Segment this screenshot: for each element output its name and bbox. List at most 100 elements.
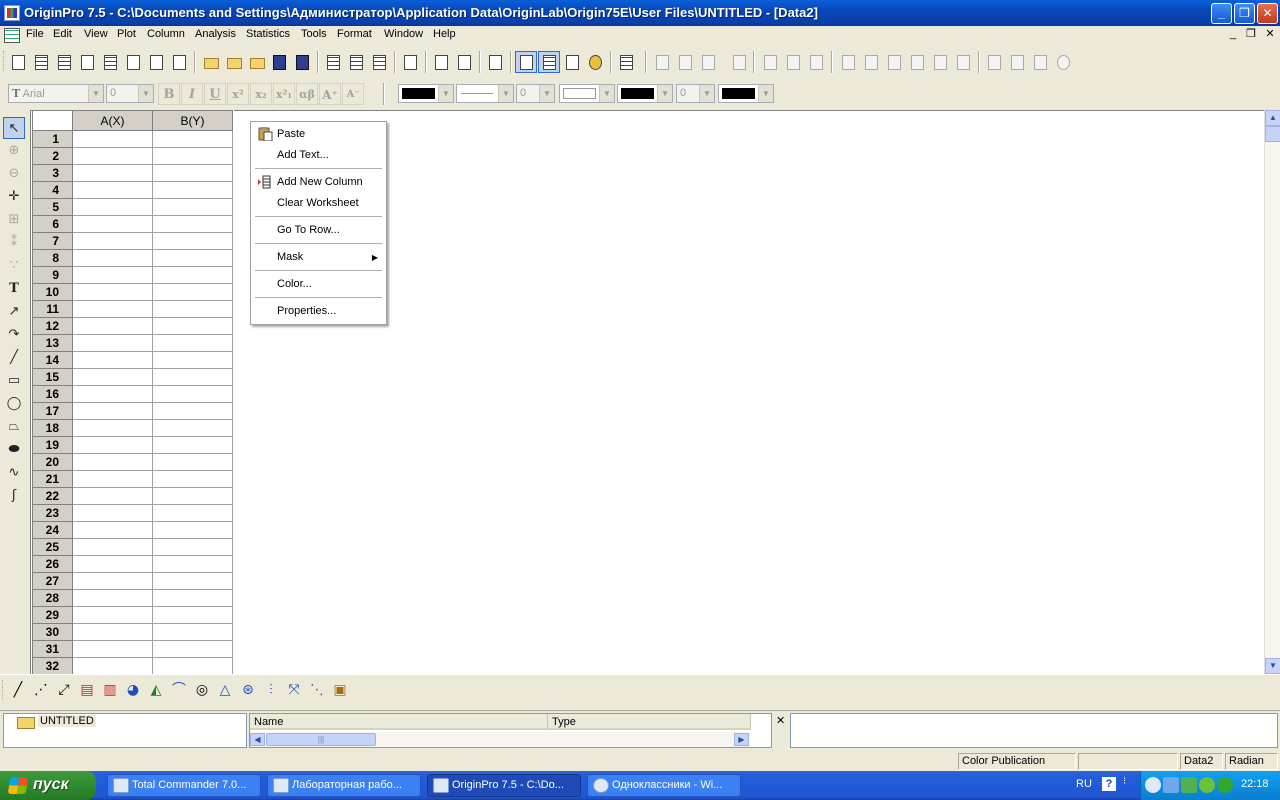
toolbar-grip[interactable]: [3, 51, 6, 71]
increase-font-button[interactable]: A⁺: [319, 83, 341, 105]
font-size-combo[interactable]: 0 ▼: [106, 84, 154, 103]
column-header-b[interactable]: B(Y): [153, 110, 233, 131]
origin-app-icon[interactable]: [4, 5, 20, 21]
row-header[interactable]: 22: [32, 488, 73, 505]
circle-tool-icon[interactable]: ◯: [3, 393, 25, 415]
chevron-down-icon[interactable]: ▼: [657, 85, 672, 102]
menu-item-mask[interactable]: Mask ▶: [253, 247, 384, 268]
cell-column-a[interactable]: [73, 318, 153, 335]
chevron-down-icon[interactable]: ▼: [539, 85, 554, 102]
row-header[interactable]: 10: [32, 284, 73, 301]
freehand-tool-icon[interactable]: ʃ: [3, 485, 25, 507]
line-plot-icon[interactable]: ╱: [7, 679, 29, 701]
row-header[interactable]: 8: [32, 250, 73, 267]
list-horizontal-scrollbar[interactable]: ◀ ||| ▶: [250, 732, 750, 747]
cell-column-a[interactable]: [73, 420, 153, 437]
row-header[interactable]: 24: [32, 522, 73, 539]
line-symbol-plot-icon[interactable]: ⤢: [53, 679, 75, 701]
underline-button[interactable]: U: [204, 83, 226, 105]
cell-column-a[interactable]: [73, 216, 153, 233]
list-header-name[interactable]: Name: [250, 714, 548, 730]
column-plot-icon[interactable]: ▥: [99, 679, 121, 701]
new-notes-icon[interactable]: [168, 51, 190, 73]
mdi-minimize-button[interactable]: _: [1225, 28, 1241, 42]
explorer-right-pane[interactable]: [790, 713, 1278, 748]
column-header-a[interactable]: A(X): [73, 110, 153, 131]
help-icon[interactable]: ?: [1102, 777, 1116, 791]
cell-column-b[interactable]: [153, 301, 233, 318]
cell-column-a[interactable]: [73, 148, 153, 165]
taskbar-total-commander[interactable]: Total Commander 7.0...: [107, 774, 261, 797]
cell-column-b[interactable]: [153, 267, 233, 284]
area-plot-icon[interactable]: ◭: [145, 679, 167, 701]
cell-column-b[interactable]: [153, 352, 233, 369]
cell-column-a[interactable]: [73, 335, 153, 352]
region-tool-icon[interactable]: ⬬: [3, 439, 25, 461]
cell-column-a[interactable]: [73, 386, 153, 403]
menu-help[interactable]: Help: [429, 28, 460, 43]
close-button[interactable]: ✕: [1257, 3, 1278, 24]
row-header[interactable]: 32: [32, 658, 73, 674]
cell-column-b[interactable]: [153, 131, 233, 148]
network-icon[interactable]: [1163, 777, 1179, 793]
cell-column-a[interactable]: [73, 488, 153, 505]
cell-column-b[interactable]: [153, 233, 233, 250]
cell-column-a[interactable]: [73, 556, 153, 573]
polygon-tool-icon[interactable]: ⏢: [3, 416, 25, 438]
row-header[interactable]: 15: [32, 369, 73, 386]
chevron-down-icon[interactable]: ▼: [438, 85, 453, 102]
workspace-vertical-scrollbar[interactable]: ▲ ▼: [1264, 110, 1280, 675]
cell-column-b[interactable]: [153, 403, 233, 420]
row-header[interactable]: 1: [32, 131, 73, 148]
cell-column-b[interactable]: [153, 199, 233, 216]
cell-column-a[interactable]: [73, 301, 153, 318]
cell-column-b[interactable]: [153, 148, 233, 165]
menu-item-paste[interactable]: Paste: [253, 124, 384, 145]
open-icon[interactable]: [199, 51, 221, 73]
row-header[interactable]: 25: [32, 539, 73, 556]
worksheet-data2[interactable]: A(X) B(Y) 1 2 3 4 5 6 7 8 9 10 11 12 13 14 15 16 17 18 19 2…: [32, 110, 234, 674]
cell-column-a[interactable]: [73, 539, 153, 556]
vector-plot-icon[interactable]: ⤧: [283, 679, 305, 701]
supsub-button[interactable]: x²₁: [273, 83, 295, 105]
row-header[interactable]: 2: [32, 148, 73, 165]
row-header[interactable]: 9: [32, 267, 73, 284]
font-color-picker[interactable]: ▼: [398, 84, 454, 103]
cell-column-a[interactable]: [73, 590, 153, 607]
cell-column-a[interactable]: [73, 165, 153, 182]
cell-column-a[interactable]: [73, 284, 153, 301]
menu-item-clear-worksheet[interactable]: Clear Worksheet: [253, 193, 384, 214]
cell-column-b[interactable]: [153, 420, 233, 437]
clock[interactable]: 22:18: [1241, 778, 1269, 790]
cell-column-a[interactable]: [73, 267, 153, 284]
custom-routine-icon[interactable]: [584, 51, 606, 73]
row-header[interactable]: 3: [32, 165, 73, 182]
row-header[interactable]: 23: [32, 505, 73, 522]
menu-format[interactable]: Format: [333, 28, 376, 43]
cell-column-b[interactable]: [153, 505, 233, 522]
chevron-down-icon[interactable]: ▼: [88, 85, 103, 102]
new-function-icon[interactable]: [122, 51, 144, 73]
row-header[interactable]: 28: [32, 590, 73, 607]
chevron-down-icon[interactable]: ▼: [758, 85, 773, 102]
new-project-icon[interactable]: [7, 51, 29, 73]
chevron-down-icon[interactable]: ▼: [699, 85, 714, 102]
cell-column-a[interactable]: [73, 454, 153, 471]
cell-column-b[interactable]: [153, 369, 233, 386]
cell-column-b[interactable]: [153, 539, 233, 556]
row-header[interactable]: 4: [32, 182, 73, 199]
show-hidden-icons-icon[interactable]: [1145, 777, 1161, 793]
chevron-down-icon[interactable]: ▼: [599, 85, 614, 102]
zoom-out-tool-icon[interactable]: ⊖: [3, 163, 25, 185]
script-window-icon[interactable]: [538, 51, 560, 73]
line-color-picker[interactable]: ▼: [617, 84, 673, 103]
cell-column-b[interactable]: [153, 590, 233, 607]
symbol-size-combo[interactable]: 0 ▼: [676, 84, 715, 103]
row-header[interactable]: 6: [32, 216, 73, 233]
refresh-icon[interactable]: [453, 51, 475, 73]
cell-column-a[interactable]: [73, 573, 153, 590]
menu-edit[interactable]: Edit: [49, 28, 76, 43]
menu-item-add-new-column[interactable]: Add New Column: [253, 172, 384, 193]
project-file-list[interactable]: Name Type ◀ ||| ▶: [249, 713, 772, 748]
close-explorer-icon[interactable]: ✕: [776, 714, 788, 728]
